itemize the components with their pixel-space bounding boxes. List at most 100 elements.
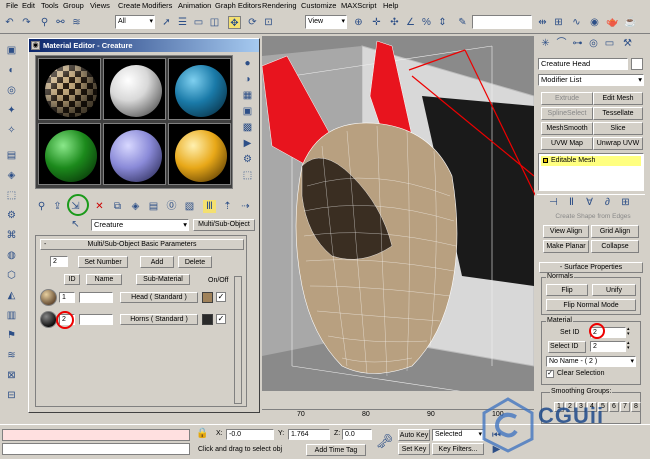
snap-toggle-icon[interactable]: ✣ (388, 16, 401, 29)
stack-item-editable-mesh[interactable]: Editable Mesh (541, 156, 641, 166)
material-name-field[interactable]: Creature ▾ (91, 219, 189, 231)
pin-stack-icon[interactable]: ⊣ (547, 196, 560, 209)
menu-modifiers[interactable]: Modifiers (142, 1, 172, 10)
sample-uv-tiling-icon[interactable]: ▣ (241, 105, 254, 118)
flip-normal-mode-button[interactable]: Flip Normal Mode (546, 299, 636, 311)
sub-material-2-color[interactable] (202, 314, 213, 325)
extrude-button[interactable]: Extrude (541, 92, 593, 105)
hierarchy-tab-icon[interactable]: ⊶ (571, 37, 584, 50)
sample-slot-6[interactable] (168, 123, 231, 185)
tab-icon-8[interactable]: ⬚ (5, 189, 18, 202)
selection-filter-dropdown[interactable]: All ▾ (115, 15, 155, 29)
count-field[interactable]: 2 (50, 256, 68, 267)
select-object-icon[interactable]: ➚ (160, 16, 173, 29)
x-coordinate-field[interactable]: -0.0 (226, 429, 274, 440)
background-icon[interactable]: ▦ (241, 89, 254, 102)
clear-selection-checkbox[interactable]: ✓ (546, 370, 554, 378)
render-scene-icon[interactable]: 🫖 (606, 16, 619, 29)
tab-icon-7[interactable]: ◈ (5, 169, 18, 182)
select-move-icon[interactable]: ✥ (228, 16, 241, 29)
sub-material-2-name[interactable] (79, 314, 113, 325)
get-material-icon[interactable]: ⚲ (35, 200, 48, 213)
select-manipulate-icon[interactable]: ✛ (370, 16, 383, 29)
key-mode-dropdown[interactable]: Selected ▾ (432, 429, 484, 441)
unify-button[interactable]: Unify (592, 284, 636, 296)
tab-icon-13[interactable]: ◭ (5, 289, 18, 302)
sub-material-1-preview[interactable] (40, 289, 57, 306)
rollout-scrollbar[interactable] (234, 276, 242, 404)
sample-type-icon[interactable]: ● (241, 57, 254, 70)
sample-slot-2[interactable] (103, 58, 166, 120)
pivot-icon[interactable]: ⊕ (352, 16, 365, 29)
tab-icon-17[interactable]: ⊠ (5, 369, 18, 382)
angle-snap-icon[interactable]: ∠ (404, 16, 417, 29)
sub-material-1-id[interactable]: 1 (59, 292, 75, 303)
sub-material-1-button[interactable]: Head ( Standard ) (120, 292, 198, 303)
sub-material-2-preview[interactable] (40, 311, 57, 328)
material-name-dropdown[interactable]: No Name - ( 2 ) ▾ (546, 356, 636, 367)
menu-edit[interactable]: Edit (22, 1, 35, 10)
show-end-result-material-icon[interactable]: Ⅲ (203, 200, 216, 213)
make-preview-icon[interactable]: ▶ (241, 137, 254, 150)
tab-icon-15[interactable]: ⚑ (5, 329, 18, 342)
put-to-scene-icon[interactable]: ⇪ (51, 200, 64, 213)
edit-mesh-button[interactable]: Edit Mesh (593, 92, 643, 105)
collapse-button[interactable]: Collapse (591, 240, 639, 253)
go-to-parent-icon[interactable]: ⇡ (221, 200, 234, 213)
sort-id-header[interactable]: ID (64, 274, 80, 285)
menu-help[interactable]: Help (383, 1, 398, 10)
go-forward-sibling-icon[interactable]: ⇢ (239, 200, 252, 213)
material-editor-icon[interactable]: ◉ (588, 16, 601, 29)
video-color-check-icon[interactable]: ▩ (241, 121, 254, 134)
modifier-list-dropdown[interactable]: Modifier List ▾ (538, 74, 644, 86)
sample-slot-1[interactable] (38, 58, 101, 120)
set-number-button[interactable]: Set Number (78, 256, 128, 268)
menu-graph-editors[interactable]: Graph Editors (215, 1, 261, 10)
options-icon[interactable]: ⚙ (241, 153, 254, 166)
make-planar-button[interactable]: Make Planar (543, 240, 589, 253)
put-to-library-icon[interactable]: ▤ (147, 200, 160, 213)
select-id-button[interactable] (548, 341, 586, 353)
add-time-tag-button[interactable]: Add Time Tag (306, 444, 366, 456)
maxscript-listener-field[interactable] (2, 429, 190, 441)
sort-name-header[interactable]: Name (86, 274, 122, 285)
bind-spacewarp-icon[interactable]: ≋ (70, 16, 83, 29)
material-type-button[interactable]: Multi/Sub-Object (193, 219, 255, 231)
copy-material-icon[interactable]: ⧉ (111, 200, 124, 213)
quick-render-icon[interactable]: ☕ (624, 16, 637, 29)
meshsmooth-button[interactable]: MeshSmooth (541, 122, 593, 135)
show-end-result-icon[interactable]: Ⅱ (565, 196, 578, 209)
tab-icon-6[interactable]: ▤ (5, 149, 18, 162)
select-id-field[interactable]: 2 (590, 341, 626, 352)
menu-group[interactable]: Group (63, 1, 84, 10)
tab-icon-2[interactable]: ◐ (5, 64, 18, 77)
curve-editor-icon[interactable]: ∿ (570, 16, 583, 29)
pick-material-icon[interactable]: ↖ (69, 218, 82, 231)
sample-slot-5[interactable] (103, 123, 166, 185)
set-id-spinner[interactable]: ▴ ▾ (627, 327, 634, 338)
make-unique-icon[interactable]: ∀ (583, 196, 596, 209)
select-id-spinner[interactable]: ▴ ▾ (627, 341, 634, 352)
region-select-icon[interactable]: ▭ (192, 16, 205, 29)
object-color-swatch[interactable] (631, 58, 643, 70)
sample-slot-3[interactable] (168, 58, 231, 120)
sub-material-2-button[interactable]: Horns ( Standard ) (120, 314, 198, 325)
menu-file[interactable]: File (6, 1, 18, 10)
maxscript-output-field[interactable] (2, 443, 190, 455)
object-name-field[interactable]: Creature Head (538, 58, 628, 70)
spinner-snap-icon[interactable]: ⇕ (436, 16, 449, 29)
z-coordinate-field[interactable]: 0.0 (342, 429, 372, 440)
tab-icon-9[interactable]: ⚙ (5, 209, 18, 222)
window-crossing-icon[interactable]: ◫ (208, 16, 221, 29)
grid-align-button[interactable]: Grid Align (591, 225, 639, 238)
tab-icon-14[interactable]: ▥ (5, 309, 18, 322)
tab-icon-3[interactable]: ◎ (5, 84, 18, 97)
reset-map-icon[interactable]: ✕ (93, 200, 106, 213)
material-id-channel-icon[interactable]: ⓪ (165, 200, 178, 213)
tab-icon-4[interactable]: ✦ (5, 104, 18, 117)
percent-snap-icon[interactable]: % (420, 16, 433, 29)
add-button[interactable]: Add (140, 256, 174, 268)
unlink-icon[interactable]: ⚯ (54, 16, 67, 29)
unwrap-uvw-button[interactable]: Unwrap UVW (593, 137, 643, 150)
menu-animation[interactable]: Animation (178, 1, 211, 10)
